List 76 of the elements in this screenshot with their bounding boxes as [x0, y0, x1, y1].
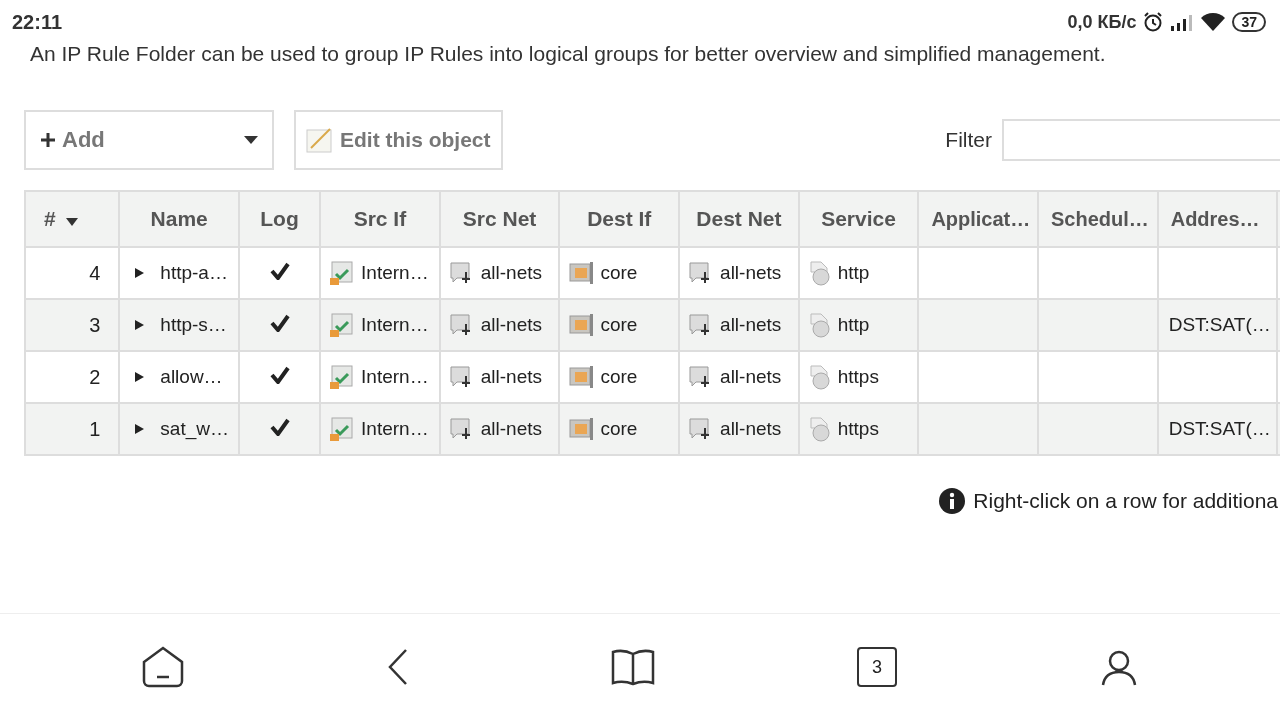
status-time: 22:11 [12, 10, 63, 34]
column-header[interactable]: Log [238, 191, 321, 247]
table-cell: all-nets [480, 262, 542, 284]
table-cell: DST:SAT(… [1168, 418, 1271, 440]
interface-icon [329, 364, 356, 390]
table-cell: all-nets [720, 366, 782, 388]
expand-arrow-icon[interactable] [134, 372, 145, 382]
book-icon[interactable] [611, 648, 655, 686]
expand-arrow-icon[interactable] [134, 268, 145, 278]
column-header[interactable]: Dest If [559, 191, 680, 247]
caret-icon [244, 136, 258, 144]
plus-icon [40, 132, 56, 148]
interface-icon [329, 312, 356, 338]
table-cell: core [600, 262, 638, 284]
column-header[interactable]: Src If [320, 191, 440, 247]
info-icon [939, 488, 966, 514]
table-cell: http-a… [160, 262, 228, 284]
home-icon[interactable] [141, 646, 185, 688]
filter-label: Filter [945, 128, 992, 152]
hint-text: Right-click on a row for additiona [973, 489, 1278, 513]
table-cell: Intern… [361, 314, 429, 336]
table-cell: all-nets [480, 418, 542, 440]
table-cell: Intern… [361, 366, 429, 388]
expand-arrow-icon[interactable] [134, 424, 145, 434]
table-cell: all-nets [480, 314, 542, 336]
table-cell: 1 [89, 417, 101, 440]
service-icon [807, 364, 832, 390]
network-speed: 0,0 КБ/с [1067, 11, 1137, 33]
table-cell: http [837, 262, 870, 284]
table-cell: core [600, 366, 638, 388]
table-cell: 2 [89, 365, 101, 388]
table-cell: Intern… [361, 418, 429, 440]
interface-icon [329, 260, 356, 286]
column-header[interactable]: Src Net [439, 191, 560, 247]
column-header[interactable]: # [25, 191, 120, 247]
service-icon [807, 416, 832, 442]
table-cell: 4 [89, 261, 101, 284]
battery-level: 37 [1232, 12, 1266, 32]
tabs-button[interactable]: 3 [857, 647, 897, 687]
add-dropdown[interactable]: Add [24, 110, 274, 170]
back-icon[interactable] [387, 648, 409, 686]
service-icon [807, 260, 832, 286]
wifi-icon [1200, 12, 1227, 32]
table-cell: Intern… [361, 262, 429, 284]
table-cell: all-nets [720, 262, 782, 284]
table-cell: all-nets [480, 366, 542, 388]
table-cell: all-nets [720, 418, 782, 440]
service-icon [807, 312, 832, 338]
description-text: An IP Rule Folder can be used to group IP Rules into logical groups for better overview and simplified management. [30, 42, 1107, 66]
edit-button[interactable]: Edit this object [294, 110, 503, 170]
table-cell: http-s… [160, 314, 227, 336]
column-header[interactable]: Addres… [1157, 191, 1278, 247]
table-cell: core [600, 418, 638, 440]
column-header[interactable]: Dest Net [679, 191, 799, 247]
column-header[interactable]: Service [798, 191, 919, 247]
interface-card-icon [568, 261, 595, 285]
interface-card-icon [568, 365, 595, 389]
pencil-icon [306, 127, 334, 153]
table-cell: 3 [89, 313, 101, 336]
table-cell: http [837, 314, 870, 336]
column-header[interactable]: Applicat… [918, 191, 1039, 247]
filter-field[interactable] [1002, 119, 1280, 161]
table-cell: all-nets [720, 314, 782, 336]
table-cell: allow… [160, 366, 223, 388]
column-header[interactable]: Schedul… [1038, 191, 1158, 247]
interface-card-icon [568, 417, 595, 441]
expand-arrow-icon[interactable] [134, 320, 145, 330]
interface-card-icon [568, 313, 595, 337]
column-header[interactable]: Name [119, 191, 239, 247]
table-cell: sat_w… [160, 418, 229, 440]
table-cell: DST:SAT(… [1168, 314, 1271, 336]
table-cell: core [600, 314, 638, 336]
table-cell: https [837, 418, 879, 440]
interface-icon [329, 416, 356, 442]
signal-icon [1170, 13, 1195, 31]
table-cell: https [837, 366, 879, 388]
